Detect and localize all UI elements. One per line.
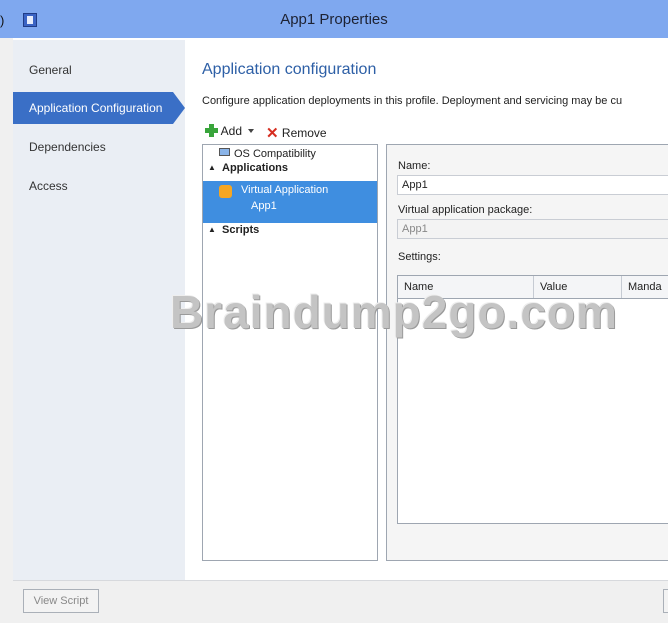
window-title: App1 Properties bbox=[280, 11, 388, 28]
tree-group-scripts[interactable]: ▲ Scripts bbox=[203, 224, 382, 236]
collapse-chevron-icon[interactable]: ▲ bbox=[208, 225, 222, 234]
remove-x-icon: ✕ bbox=[266, 125, 279, 142]
collapse-chevron-icon[interactable]: ▲ bbox=[208, 163, 222, 172]
name-label: Name: bbox=[398, 160, 431, 172]
tree-item-label: Virtual Application bbox=[241, 184, 329, 196]
column-header-mandatory[interactable]: Manda bbox=[622, 276, 668, 298]
configuration-tree[interactable]: OS Compatibility ▲ Applications Virtual A… bbox=[202, 144, 378, 561]
footer-button-cutoff[interactable] bbox=[663, 589, 668, 613]
package-field: App1 bbox=[397, 219, 668, 239]
sidebar: General Application Configuration Depend… bbox=[13, 40, 185, 580]
add-plus-icon bbox=[205, 124, 218, 137]
tree-group-applications[interactable]: ▲ Applications bbox=[203, 162, 382, 174]
virtual-app-icon bbox=[219, 185, 232, 198]
settings-label: Settings: bbox=[398, 251, 441, 263]
sidebar-item-access[interactable]: Access bbox=[13, 170, 185, 202]
tree-group-label: Applications bbox=[222, 162, 289, 174]
title-bar[interactable]: ) App1 Properties bbox=[0, 0, 668, 38]
add-button-label: Add bbox=[220, 124, 243, 138]
chevron-down-icon[interactable] bbox=[248, 129, 255, 133]
name-field[interactable]: App1 bbox=[397, 175, 668, 195]
sidebar-item-dependencies[interactable]: Dependencies bbox=[13, 131, 185, 163]
add-button[interactable]: Add bbox=[205, 124, 255, 138]
footer-bar: View Script bbox=[13, 580, 668, 623]
remove-button-label: Remove bbox=[281, 126, 327, 140]
package-label: Virtual application package: bbox=[398, 204, 533, 216]
tree-group-label: Scripts bbox=[222, 224, 260, 236]
tree-item-os-compatibility[interactable]: OS Compatibility bbox=[219, 148, 393, 160]
section-description: Configure application deployments in thi… bbox=[202, 95, 623, 107]
sidebar-item-general[interactable]: General bbox=[13, 54, 185, 86]
remove-button[interactable]: ✕ Remove bbox=[266, 124, 327, 142]
detail-panel: Name: App1 Virtual application package: … bbox=[386, 144, 668, 561]
watermark: Braindump2go.com bbox=[170, 286, 618, 338]
sidebar-item-application-configuration[interactable]: Application Configuration bbox=[13, 92, 185, 124]
view-script-button: View Script bbox=[23, 589, 99, 613]
section-title: Application configuration bbox=[202, 61, 377, 78]
monitor-icon bbox=[219, 148, 230, 156]
tree-item-label: OS Compatibility bbox=[234, 148, 316, 160]
tree-item-sublabel: App1 bbox=[251, 200, 277, 212]
tree-item-virtual-application[interactable]: Virtual Application App1 bbox=[203, 181, 377, 223]
properties-window: ) App1 Properties General Application Co… bbox=[0, 0, 668, 623]
